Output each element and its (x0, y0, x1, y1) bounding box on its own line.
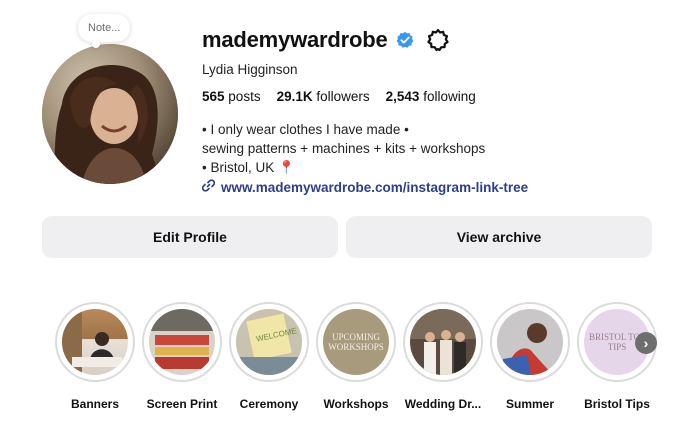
highlight-cover: WELCOME (229, 302, 309, 382)
bio-line: • Bristol, UK 📍 (202, 160, 295, 175)
highlight-cover (142, 302, 222, 382)
chevron-right-icon[interactable]: › (635, 332, 657, 354)
profile-avatar[interactable] (42, 44, 178, 184)
bio-line: sewing patterns + machines + kits + work… (202, 141, 486, 156)
highlight-item[interactable]: Screen Print (139, 302, 225, 411)
full-name: Lydia Higginson (202, 62, 298, 77)
photo-icon (62, 309, 122, 375)
highlight-label: Bristol Tips (584, 397, 650, 411)
note-text: Note... (88, 22, 121, 34)
link-icon (201, 178, 216, 197)
highlight-cover (55, 302, 135, 382)
bio-link[interactable]: www.mademywardrobe.com/instagram-link-tr… (201, 178, 682, 197)
username: mademywardrobe (202, 27, 388, 52)
avatar-photo (42, 44, 178, 184)
photo-icon (149, 309, 215, 369)
highlight-cover-text: UPCOMING WORKSHOPS (328, 332, 384, 352)
photo-icon (501, 323, 553, 375)
highlight-label: Screen Print (146, 397, 218, 411)
highlight-label: Summer (505, 397, 555, 411)
highlight-label: Banners (70, 397, 120, 411)
highlight-cover (403, 302, 483, 382)
following-stat[interactable]: 2,543 following (386, 89, 476, 104)
bio: • I only wear clothes I have made • sewi… (201, 120, 682, 197)
profile-info: mademywardrobe Lydia Higginson 565 posts… (201, 22, 682, 197)
posts-stat: 565 posts (202, 89, 261, 104)
view-archive-button[interactable]: View archive (346, 216, 652, 258)
username-row: mademywardrobe (202, 22, 682, 58)
highlight-cover: UPCOMING WORKSHOPS (316, 302, 396, 382)
highlight-cover: BRISTOL TOP TIPS › (577, 302, 657, 382)
photo-icon (410, 309, 476, 375)
highlight-item[interactable]: Wedding Dr... (400, 302, 486, 411)
highlight-label: Wedding Dr... (404, 397, 482, 411)
highlight-item[interactable]: Banners (52, 302, 138, 411)
highlight-item[interactable]: Summer (487, 302, 573, 411)
highlight-label: Ceremony (239, 397, 299, 411)
settings-gear-icon[interactable] (426, 28, 450, 52)
photo-icon: WELCOME (236, 309, 302, 375)
edit-profile-button[interactable]: Edit Profile (42, 216, 338, 258)
profile-stats: 565 posts 29.1K followers 2,543 followin… (202, 89, 682, 104)
bio-link-text: www.mademywardrobe.com/instagram-link-tr… (221, 180, 529, 195)
note-bubble[interactable]: Note... (78, 14, 131, 48)
bio-line: • I only wear clothes I have made • (202, 122, 409, 137)
highlight-item[interactable]: BRISTOL TOP TIPS › Bristol Tips (574, 302, 660, 411)
highlight-item[interactable]: WELCOME Ceremony (226, 302, 312, 411)
highlight-cover (490, 302, 570, 382)
verified-badge-icon (396, 31, 414, 49)
avatar (42, 44, 178, 184)
highlight-label: Workshops (323, 397, 389, 411)
highlight-item[interactable]: UPCOMING WORKSHOPS Workshops (313, 302, 399, 411)
followers-stat[interactable]: 29.1K followers (277, 89, 370, 104)
